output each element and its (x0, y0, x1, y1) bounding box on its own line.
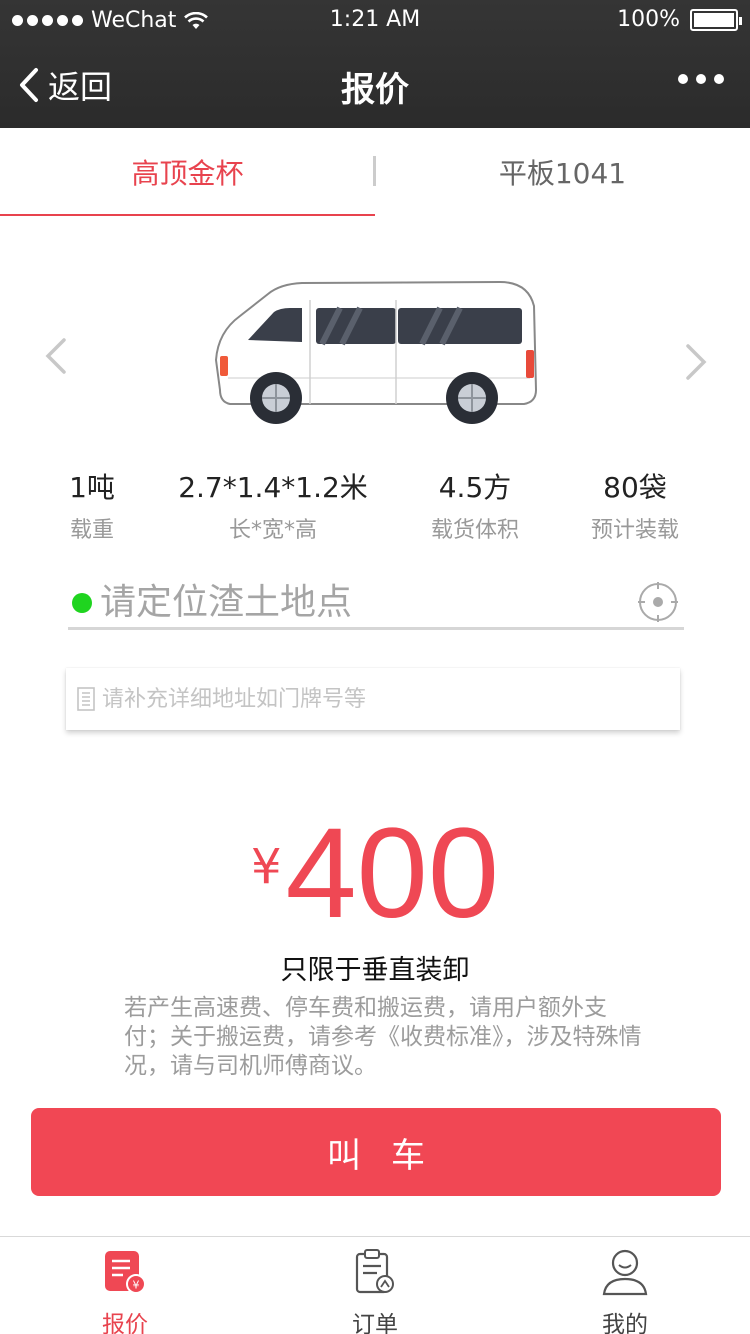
battery-icon (690, 8, 742, 31)
tabbar-label-profile: 我的 (602, 1312, 648, 1334)
prev-vehicle-arrow[interactable] (42, 336, 70, 376)
fee-note: 若产生高速费、停车费和搬运费，请用户额外支付；关于搬运费，请参考《收费标准》，涉… (124, 995, 642, 1079)
vehicle-specs: 1吨 载重 2.7*1.4*1.2米 长*宽*高 4.5方 载货体积 80袋 预… (0, 466, 750, 546)
currency-symbol: ¥ (250, 839, 282, 895)
profile-icon (602, 1249, 648, 1296)
quote-icon: ¥ (105, 1251, 146, 1294)
tabbar-item-orders[interactable]: 订单 (250, 1245, 500, 1334)
price-amount: 400 (285, 802, 500, 945)
location-field[interactable] (68, 578, 684, 630)
battery-percent: 100% (617, 7, 680, 32)
tab-gaoding-jinbei[interactable]: 高顶金杯 (0, 128, 375, 216)
location-dot-icon (72, 592, 92, 613)
bottom-tab-bar: ¥ 报价 订单 我的 (0, 1236, 750, 1334)
tabbar-item-profile[interactable]: 我的 (500, 1245, 750, 1334)
spec-load: 1吨 载重 (69, 471, 115, 543)
more-menu-button[interactable] (678, 74, 724, 84)
top-bar: WeChat 1:21 AM 100% 返回 报价 (0, 0, 750, 128)
tabbar-item-quote[interactable]: ¥ 报价 (0, 1245, 250, 1334)
price-display: ¥400 (0, 800, 750, 947)
next-vehicle-arrow[interactable] (682, 342, 710, 382)
tabbar-label-quote: 报价 (102, 1312, 148, 1334)
spec-dimensions: 2.7*1.4*1.2米 长*宽*高 (178, 471, 368, 543)
tabbar-label-orders: 订单 (352, 1312, 398, 1334)
call-car-button[interactable]: 叫车 (31, 1108, 721, 1196)
status-bar: WeChat 1:21 AM 100% (0, 0, 750, 40)
tab-pingban-1041[interactable]: 平板1041 (375, 128, 750, 216)
page-title: 报价 (341, 70, 409, 110)
vehicle-tabs: 高顶金杯 平板1041 (0, 128, 750, 216)
address-detail-field[interactable] (66, 668, 680, 730)
spec-volume: 4.5方 载货体积 (430, 471, 519, 543)
orders-icon (355, 1249, 394, 1294)
locate-target-icon[interactable] (636, 580, 680, 624)
spec-capacity: 80袋 预计装载 (590, 471, 679, 543)
van-image (214, 280, 538, 424)
building-icon (77, 687, 95, 711)
loading-limit-text: 只限于垂直装卸 (280, 955, 470, 986)
location-input[interactable] (100, 582, 620, 623)
svg-text:¥: ¥ (133, 1279, 140, 1292)
nav-bar: 返回 报价 (0, 40, 750, 128)
address-detail-input[interactable] (102, 686, 642, 712)
